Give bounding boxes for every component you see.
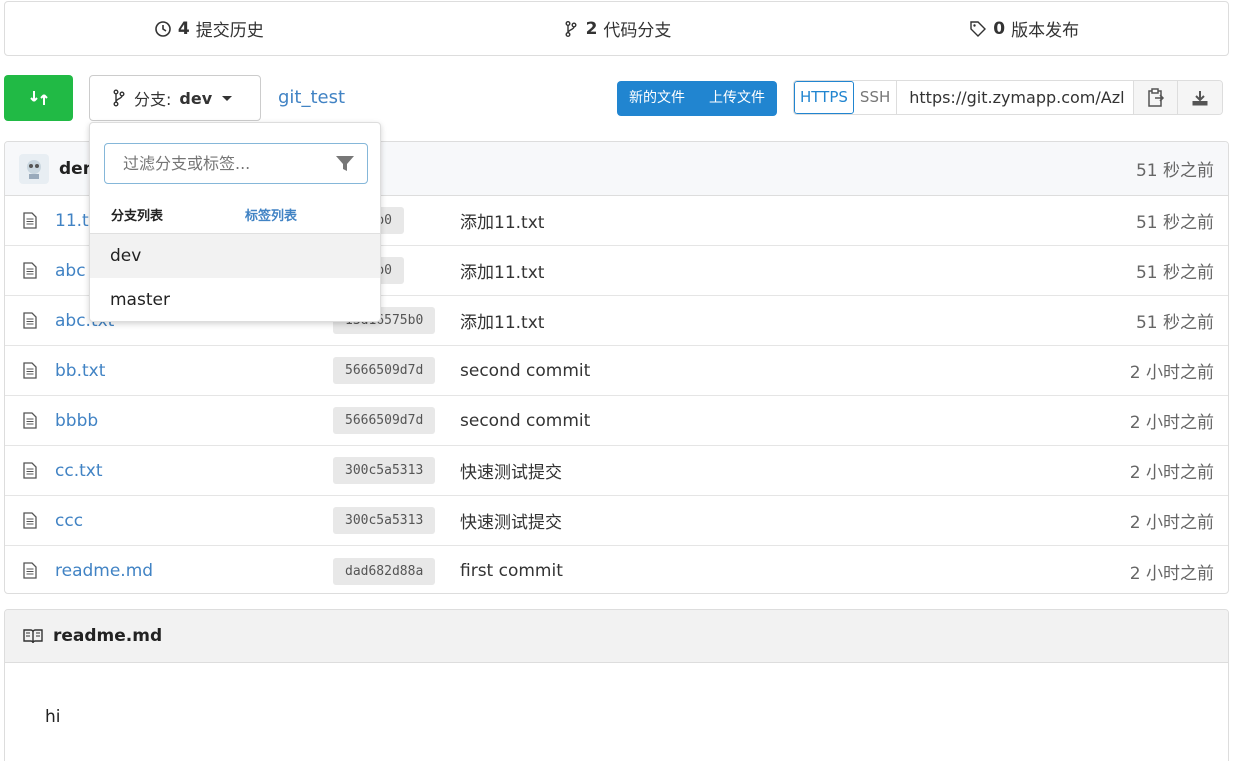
commit-sha-badge[interactable]: 5666509d7d xyxy=(333,407,436,434)
file-icon-wrap xyxy=(23,312,37,333)
file-icon xyxy=(23,212,37,229)
commit-sha-badge[interactable]: 5666509d7d xyxy=(333,357,436,384)
avatar-robot-icon xyxy=(27,159,41,179)
commits-stat[interactable]: 4 提交历史 xyxy=(5,16,413,41)
file-name-link[interactable]: abc xyxy=(55,261,86,281)
branches-label: 代码分支 xyxy=(603,21,672,41)
readme-content: hi xyxy=(45,707,61,727)
file-row: cc.txt 300c5a5313 快速测试提交 2 小时之前 xyxy=(5,446,1228,496)
branch-filter-input[interactable] xyxy=(123,154,323,173)
branch-dropdown: 分支列表 标签列表 dev master xyxy=(89,122,381,322)
copy-url-button[interactable] xyxy=(1134,81,1179,114)
file-name-link[interactable]: bb.txt xyxy=(55,361,105,381)
commit-message[interactable]: 快速测试提交 xyxy=(460,508,562,533)
commit-message[interactable]: first commit xyxy=(460,561,563,581)
file-name-link[interactable]: cc.txt xyxy=(55,461,103,481)
commit-time: 2 小时之前 xyxy=(1129,463,1214,483)
clipboard-icon xyxy=(1148,87,1164,107)
branch-option-dev[interactable]: dev xyxy=(90,233,380,278)
tag-icon xyxy=(970,20,987,37)
clone-url-group: HTTPS SSH https://git.zymapp.com/Azl xyxy=(793,80,1224,115)
readme-title: readme.md xyxy=(53,626,163,646)
branch-prefix: 分支: xyxy=(134,90,172,109)
compare-icon xyxy=(29,91,48,105)
repo-name-link[interactable]: git_test xyxy=(278,87,345,108)
commit-time: 2 小时之前 xyxy=(1129,363,1214,383)
file-name-link[interactable]: ccc xyxy=(55,511,83,531)
commit-message[interactable]: 快速测试提交 xyxy=(460,458,562,483)
readme-header: readme.md xyxy=(5,610,1228,663)
branches-stat[interactable]: 2 代码分支 xyxy=(413,16,821,41)
file-icon-wrap xyxy=(23,462,37,483)
file-actions-group: 新的文件 上传文件 xyxy=(617,81,777,116)
branch-filter-field[interactable] xyxy=(104,143,368,184)
file-icon-wrap xyxy=(23,562,37,583)
file-icon xyxy=(23,462,37,479)
file-icon-wrap xyxy=(23,412,37,433)
file-icon xyxy=(23,312,37,329)
branch-icon xyxy=(565,20,577,37)
commit-time: 51 秒之前 xyxy=(1135,313,1214,333)
commit-time: 51 秒之前 xyxy=(1135,213,1214,233)
branches-count: 2 xyxy=(585,18,598,39)
file-icon xyxy=(23,262,37,279)
filter-icon xyxy=(336,156,354,171)
file-row: bb.txt 5666509d7d second commit 2 小时之前 xyxy=(5,346,1228,396)
branch-icon xyxy=(113,89,125,107)
repo-stats-bar: 4 提交历史 2 代码分支 0 版本发布 xyxy=(4,1,1229,56)
dropdown-tabs: 分支列表 标签列表 xyxy=(111,205,297,224)
download-icon xyxy=(1192,90,1208,105)
commit-message[interactable]: second commit xyxy=(460,411,590,431)
branch-select-button[interactable]: 分支: dev xyxy=(89,75,261,121)
avatar[interactable] xyxy=(19,153,49,184)
commit-message[interactable]: 添加11.txt xyxy=(460,308,544,333)
releases-stat[interactable]: 0 版本发布 xyxy=(820,16,1228,41)
compare-button[interactable] xyxy=(4,75,73,121)
file-icon-wrap xyxy=(23,262,37,283)
commit-time: 51 秒之前 xyxy=(1135,263,1214,283)
releases-label: 版本发布 xyxy=(1011,21,1080,41)
file-icon xyxy=(23,412,37,429)
file-icon-wrap xyxy=(23,512,37,533)
book-icon xyxy=(23,629,43,644)
commit-sha-badge[interactable]: dad682d88a xyxy=(333,557,436,585)
file-name-link[interactable]: bbbb xyxy=(55,411,98,431)
file-icon-wrap xyxy=(23,362,37,383)
history-icon xyxy=(155,20,171,37)
ssh-toggle[interactable]: SSH xyxy=(854,81,898,114)
file-icon xyxy=(23,562,37,579)
caret-down-icon xyxy=(222,95,233,101)
commit-time: 2 小时之前 xyxy=(1129,413,1214,433)
tab-branches[interactable]: 分支列表 xyxy=(111,205,163,224)
tab-tags[interactable]: 标签列表 xyxy=(245,205,297,224)
file-icon xyxy=(23,362,37,379)
file-row: bbbb 5666509d7d second commit 2 小时之前 xyxy=(5,396,1228,446)
file-icon-wrap xyxy=(23,212,37,233)
commit-sha-badge[interactable]: 300c5a5313 xyxy=(333,457,436,484)
commit-time: 2 小时之前 xyxy=(1129,513,1214,533)
file-name-link[interactable]: readme.md xyxy=(55,561,153,581)
file-row: readme.md dad682d88a first commit 2 小时之前 xyxy=(5,546,1228,593)
commit-time: 2 小时之前 xyxy=(1129,563,1214,584)
current-branch: dev xyxy=(179,88,213,108)
commit-sha-badge[interactable]: 300c5a5313 xyxy=(333,507,436,534)
new-file-button[interactable]: 新的文件 xyxy=(617,81,697,116)
upload-file-button[interactable]: 上传文件 xyxy=(697,81,777,116)
releases-count: 0 xyxy=(993,18,1006,39)
https-toggle[interactable]: HTTPS xyxy=(794,81,854,114)
clone-url-input[interactable]: https://git.zymapp.com/Azl xyxy=(897,81,1135,114)
commits-label: 提交历史 xyxy=(195,21,264,41)
file-row: ccc 300c5a5313 快速测试提交 2 小时之前 xyxy=(5,496,1228,546)
commit-message[interactable]: second commit xyxy=(460,361,590,381)
commit-message[interactable]: 添加11.txt xyxy=(460,258,544,283)
readme-panel: readme.md hi xyxy=(4,609,1229,761)
latest-commit-time: 51 秒之前 xyxy=(1135,161,1214,181)
branch-option-master[interactable]: master xyxy=(90,278,380,323)
commits-count: 4 xyxy=(177,18,190,39)
commit-message[interactable]: 添加11.txt xyxy=(460,208,544,233)
file-icon xyxy=(23,512,37,529)
download-button[interactable] xyxy=(1178,81,1223,114)
